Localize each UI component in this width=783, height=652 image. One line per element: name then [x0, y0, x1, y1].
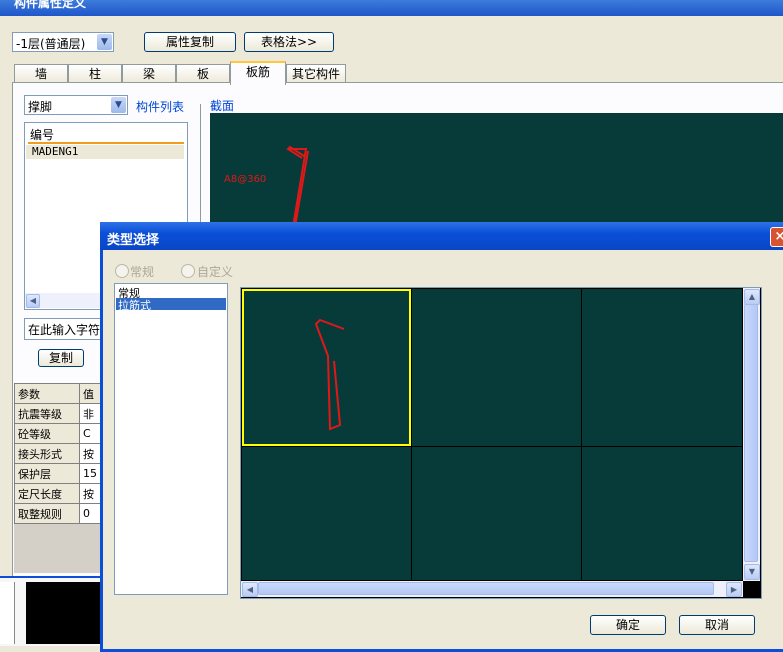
horizontal-scrollbar[interactable]: ◀ ▶ [241, 581, 743, 597]
shape-cell[interactable] [412, 289, 581, 446]
scroll-left-icon[interactable]: ◀ [242, 582, 258, 597]
dialog-titlebar: 类型选择 [100, 222, 783, 250]
close-icon[interactable]: × [770, 227, 783, 247]
tab-other[interactable]: 其它构件 [286, 64, 346, 83]
shape-grid[interactable]: ▲ ▼ ◀ ▶ [240, 287, 762, 599]
floor-select-value: -1层(普通层) [16, 37, 86, 51]
chevron-down-icon[interactable]: ▼ [111, 97, 126, 113]
shape-cell[interactable] [582, 289, 742, 446]
floor-select[interactable]: -1层(普通层) ▼ [12, 32, 114, 52]
list-header: 编号 [30, 128, 55, 142]
copy-button[interactable]: 复制 [38, 349, 84, 367]
window-titlebar: 构件属性定义 [0, 0, 783, 16]
tab-slab[interactable]: 板 [176, 64, 230, 83]
section-label: 截面 [210, 99, 235, 113]
tab-wall[interactable]: 墙 [14, 64, 68, 83]
scroll-thumb[interactable] [258, 582, 714, 595]
shape-cell-selected[interactable] [242, 289, 411, 446]
background-canvas [26, 582, 100, 644]
table-method-button[interactable]: 表格法>> [244, 32, 334, 52]
rebar-shape-icon [286, 145, 309, 222]
background-panel [0, 582, 15, 644]
component-type-value: 撑脚 [28, 100, 53, 114]
shape-cell[interactable] [242, 447, 411, 580]
param-name: 取整规则 [14, 503, 80, 524]
rebar-spec-label: A8@360 [224, 174, 267, 185]
vertical-scrollbar[interactable]: ▲ ▼ [743, 288, 760, 581]
param-name: 保护层 [14, 463, 80, 484]
radio-normal[interactable] [115, 264, 129, 278]
section-canvas[interactable]: A8@360 [210, 113, 783, 225]
tab-beam[interactable]: 梁 [122, 64, 176, 83]
type-list-item-selected[interactable]: 拉筋式 [116, 298, 226, 312]
shape-cell[interactable] [582, 447, 742, 580]
param-name: 砼等级 [14, 423, 80, 444]
scroll-up-icon[interactable]: ▲ [744, 289, 760, 305]
radio-custom[interactable] [181, 264, 195, 278]
radio-custom-label: 自定义 [197, 265, 234, 279]
ok-button[interactable]: 确定 [590, 615, 666, 635]
component-list-label[interactable]: 构件列表 [136, 98, 184, 115]
radio-normal-label: 常规 [130, 265, 155, 279]
scroll-right-icon[interactable]: ▶ [726, 582, 742, 597]
filter-input[interactable]: 在此输入字符 [24, 318, 106, 340]
properties-table: 参数值 抗震等级非 砼等级 C 接头形式按 保护层 15 定尺长度按 取整规则 0 [14, 383, 104, 573]
param-name: 接头形式 [14, 443, 80, 464]
filter-input-text: 在此输入字符 [28, 323, 101, 337]
type-list-item-label: 拉筋式 [118, 299, 151, 312]
copy-properties-button[interactable]: 属性复制 [144, 32, 236, 52]
scroll-thumb[interactable] [744, 304, 758, 562]
param-name: 定尺长度 [14, 483, 80, 504]
list-item[interactable]: MADENG1 [26, 145, 184, 159]
type-list[interactable]: 常规 拉筋式 [114, 283, 228, 595]
shape-cell[interactable] [412, 447, 581, 580]
scroll-left-icon[interactable]: ◀ [26, 294, 40, 308]
tab-column[interactable]: 柱 [68, 64, 122, 83]
cancel-button[interactable]: 取消 [679, 615, 755, 635]
dialog-title: 类型选择 [107, 233, 160, 248]
tab-slab-rebar[interactable]: 板筋 [230, 61, 286, 85]
list-header-divider [28, 142, 184, 144]
param-name: 抗震等级 [14, 403, 80, 424]
list-item-label: MADENG1 [32, 145, 79, 158]
stirrup-shape-icon [314, 318, 345, 431]
component-type-select[interactable]: 撑脚 ▼ [24, 95, 128, 115]
chevron-down-icon[interactable]: ▼ [97, 34, 112, 50]
window-title: 构件属性定义 [14, 0, 87, 10]
param-header: 参数 [14, 383, 80, 404]
background-window [0, 576, 100, 646]
scroll-down-icon[interactable]: ▼ [744, 564, 760, 580]
section-group-border [200, 104, 201, 224]
